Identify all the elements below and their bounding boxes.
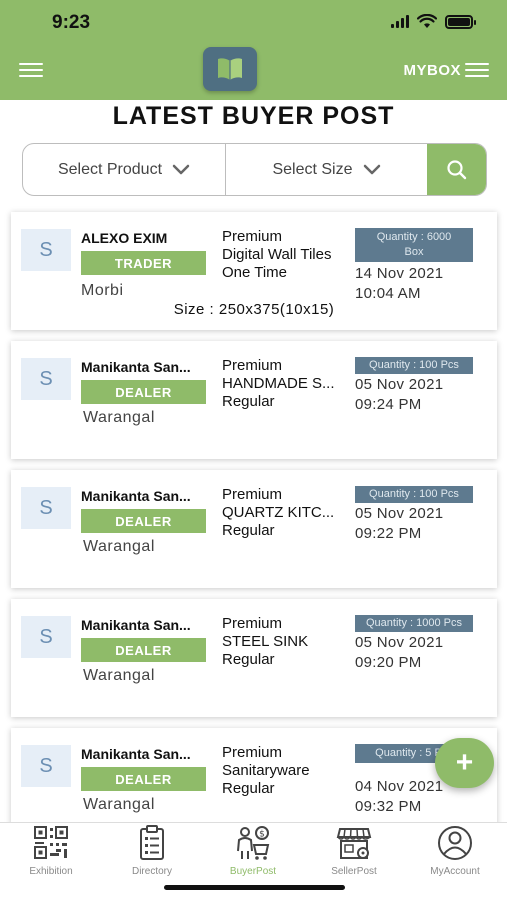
battery-icon: [445, 14, 476, 29]
city: Warangal: [83, 538, 155, 555]
qr-code-icon: [34, 826, 68, 859]
avatar: S: [21, 616, 71, 658]
quantity-badge: Quantity : 1000 Pcs: [355, 615, 473, 632]
product-frequency: Regular: [222, 522, 275, 539]
buyer-post-list: S ALEXO EXIM TRADER Morbi Premium Digita…: [11, 212, 497, 857]
mybox-button[interactable]: MYBOX: [403, 60, 489, 81]
buyer-post-card[interactable]: S Manikanta San... DEALER Warangal Premi…: [11, 341, 497, 459]
size-info: Size : 250x375(10x15): [173, 301, 335, 318]
product-select-label: Select Product: [57, 160, 163, 178]
svg-text:$: $: [259, 830, 265, 840]
post-date: 05 Nov 2021: [355, 376, 444, 393]
product-frequency: One Time: [222, 264, 288, 281]
nav-exhibition[interactable]: Exhibition: [1, 823, 101, 877]
clipboard-icon: [140, 825, 164, 860]
nav-myaccount[interactable]: MyAccount: [405, 823, 505, 877]
role-badge: TRADER: [81, 251, 206, 275]
app-logo: [203, 47, 257, 91]
product-info: Premium Digital Wall Tiles One Time: [222, 228, 356, 282]
product-frequency: Regular: [222, 651, 275, 668]
role-badge: DEALER: [81, 380, 206, 404]
product-grade: Premium: [222, 615, 283, 632]
menu-lines-icon: [465, 60, 489, 81]
page-title: LATEST BUYER POST: [112, 102, 395, 130]
avatar: S: [21, 487, 71, 529]
avatar: S: [21, 358, 71, 400]
status-time: 9:23: [52, 12, 91, 33]
buyer-post-card[interactable]: S ALEXO EXIM TRADER Morbi Premium Digita…: [11, 212, 497, 330]
company-name: Manikanta San...: [81, 488, 191, 504]
nav-label: Exhibition: [29, 866, 73, 877]
wifi-icon: [417, 14, 437, 28]
product-name: Sanitaryware: [222, 762, 310, 779]
avatar: S: [21, 745, 71, 787]
product-grade: Premium: [222, 486, 283, 503]
chevron-down-icon: [172, 164, 190, 174]
role-badge: DEALER: [81, 767, 206, 791]
add-post-button[interactable]: +: [435, 738, 494, 788]
size-select-label: Select Size: [272, 160, 353, 178]
search-icon: [446, 159, 466, 179]
buyer-post-card[interactable]: S Manikanta San... DEALER Warangal Premi…: [11, 599, 497, 717]
post-time: 09:24 PM: [355, 396, 422, 413]
post-date: 14 Nov 2021: [355, 265, 444, 282]
product-grade: Premium: [222, 228, 283, 245]
nav-sellerpost[interactable]: SellerPost: [304, 823, 404, 877]
city: Morbi: [81, 282, 124, 299]
nav-buyerpost[interactable]: $ BuyerPost: [203, 823, 303, 877]
nav-label: SellerPost: [331, 866, 377, 877]
nav-label: BuyerPost: [229, 866, 277, 877]
product-info: Premium STEEL SINK Regular: [222, 615, 356, 669]
product-name: STEEL SINK: [222, 633, 309, 650]
city: Warangal: [83, 667, 155, 684]
product-name: HANDMADE S...: [222, 375, 335, 392]
size-select[interactable]: Select Size: [225, 144, 427, 195]
buyer-post-card[interactable]: S Manikanta San... DEALER Warangal Premi…: [11, 470, 497, 588]
post-date: 04 Nov 2021: [355, 778, 444, 795]
quantity-badge: Quantity : 100 Pcs: [355, 357, 473, 374]
nav-label: Directory: [131, 866, 172, 877]
product-grade: Premium: [222, 744, 283, 761]
product-name: QUARTZ KITC...: [222, 504, 335, 521]
company-name: ALEXO EXIM: [81, 230, 168, 246]
company-name: Manikanta San...: [81, 359, 191, 375]
product-info: Premium HANDMADE S... Regular: [222, 357, 356, 411]
chevron-down-icon: [363, 164, 380, 174]
product-frequency: Regular: [222, 780, 275, 797]
post-time: 09:32 PM: [355, 798, 422, 815]
shop-icon: [336, 828, 372, 859]
search-button[interactable]: [427, 144, 486, 195]
product-frequency: Regular: [222, 393, 275, 410]
buyer-icon: $: [237, 826, 270, 860]
post-date: 05 Nov 2021: [355, 634, 444, 651]
signal-icon: [391, 15, 409, 28]
app-header: 9:23 MYBOX: [0, 0, 507, 100]
user-icon: [438, 826, 472, 860]
city: Warangal: [83, 796, 155, 813]
status-icons: [391, 14, 476, 29]
nav-directory[interactable]: Directory: [102, 823, 202, 877]
role-badge: DEALER: [81, 638, 206, 662]
quantity-badge: Quantity : 100 Pcs: [355, 486, 473, 503]
product-info: Premium Sanitaryware Regular: [222, 744, 356, 798]
home-indicator: [164, 885, 345, 890]
product-select[interactable]: Select Product: [23, 144, 225, 195]
post-date: 05 Nov 2021: [355, 505, 444, 522]
product-name: Digital Wall Tiles: [222, 246, 332, 263]
post-time: 09:20 PM: [355, 654, 422, 671]
product-grade: Premium: [222, 357, 283, 374]
menu-button[interactable]: [19, 63, 43, 77]
quantity-badge: Quantity : 6000 Box: [355, 228, 473, 262]
nav-label: MyAccount: [430, 866, 480, 877]
city: Warangal: [83, 409, 155, 426]
product-info: Premium QUARTZ KITC... Regular: [222, 486, 356, 540]
role-badge: DEALER: [81, 509, 206, 533]
post-time: 09:22 PM: [355, 525, 422, 542]
company-name: Manikanta San...: [81, 617, 191, 633]
company-name: Manikanta San...: [81, 746, 191, 762]
filter-bar: Select Product Select Size: [22, 143, 487, 196]
mybox-label: MYBOX: [403, 62, 461, 79]
book-icon: [218, 58, 242, 80]
avatar: S: [21, 229, 71, 271]
